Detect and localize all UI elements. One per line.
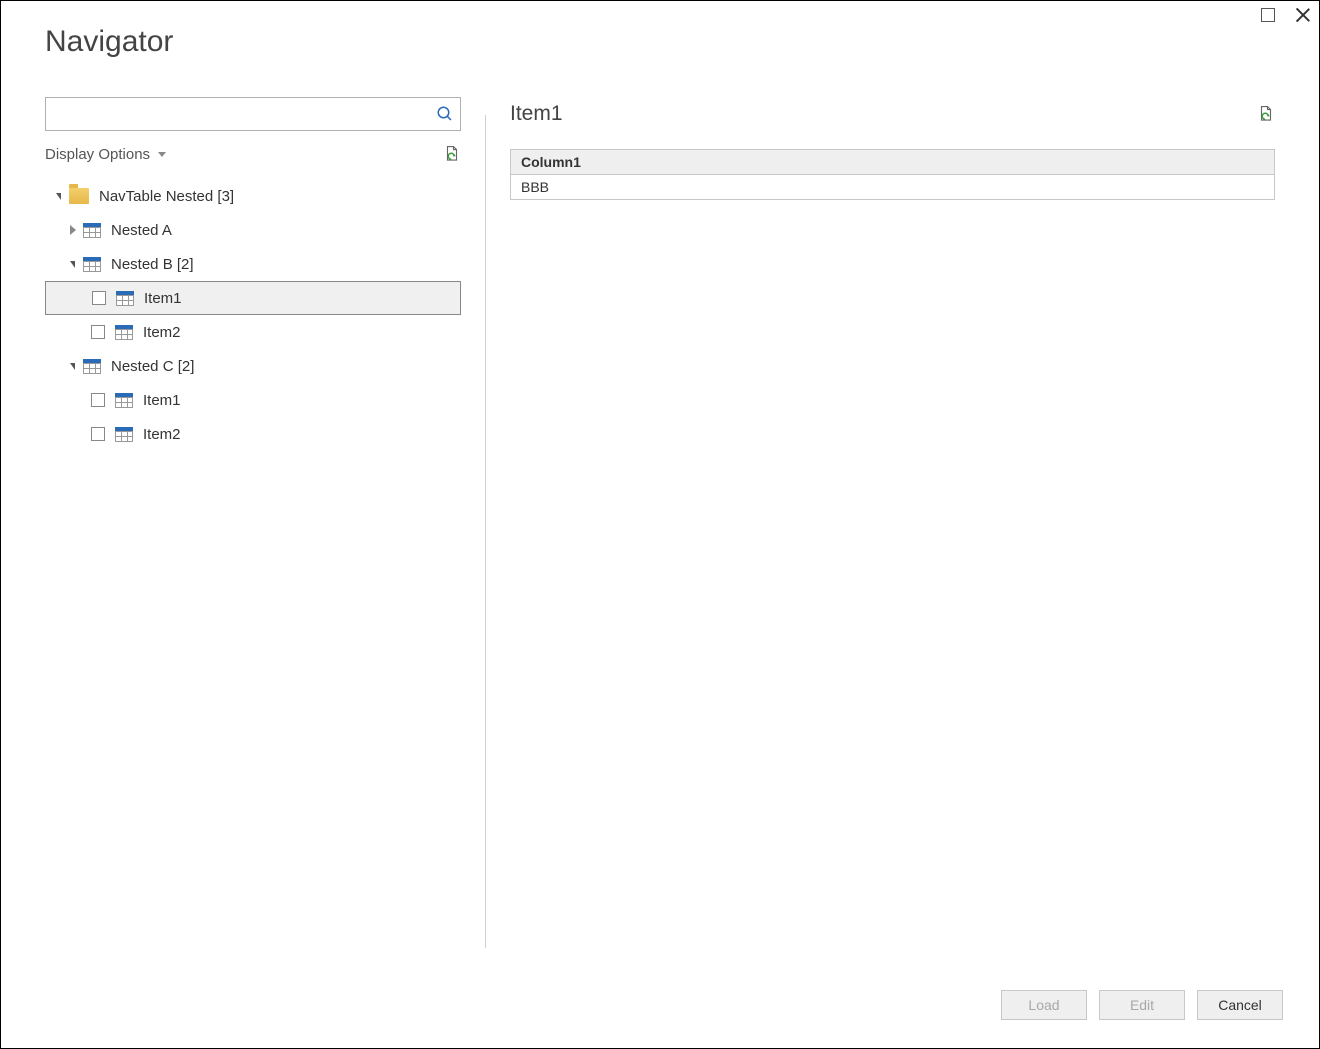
table-icon — [115, 427, 133, 442]
tree-root-label: NavTable Nested [3] — [99, 188, 234, 205]
refresh-icon[interactable] — [443, 145, 461, 163]
tree-root[interactable]: NavTable Nested [3] — [45, 179, 461, 213]
collapse-icon[interactable] — [70, 363, 75, 370]
refresh-preview-icon[interactable] — [1257, 105, 1275, 123]
chevron-down-icon — [158, 152, 166, 157]
dialog-title: Navigator — [45, 25, 173, 59]
right-pane: Item1 Column1 BBB — [486, 97, 1275, 948]
preview-col-header[interactable]: Column1 — [511, 150, 1275, 175]
search-box[interactable] — [45, 97, 461, 131]
display-options-label: Display Options — [45, 146, 150, 163]
dialog-body: Display Options NavTable Nested [3] — [45, 97, 1275, 948]
collapse-icon[interactable] — [70, 261, 75, 268]
table-icon — [116, 291, 134, 306]
preview-header: Item1 — [510, 97, 1275, 131]
checkbox[interactable] — [91, 393, 105, 407]
preview-title: Item1 — [510, 102, 563, 126]
options-row: Display Options — [45, 145, 461, 163]
tree-leaf-item1-c[interactable]: Item1 — [45, 383, 461, 417]
dialog-footer: Load Edit Cancel — [1001, 990, 1283, 1020]
tree-leaf-label: Item1 — [144, 290, 182, 307]
table-icon — [83, 257, 101, 272]
tree-node-nested-c[interactable]: Nested C [2] — [45, 349, 461, 383]
search-input[interactable] — [54, 105, 436, 123]
folder-icon — [69, 188, 89, 204]
table-icon — [83, 223, 101, 238]
nav-tree: NavTable Nested [3] Nested A Nested B [2… — [45, 179, 461, 451]
tree-leaf-label: Item2 — [143, 324, 181, 341]
close-icon[interactable] — [1295, 7, 1311, 23]
tree-leaf-item1-b[interactable]: Item1 — [45, 281, 461, 315]
navigator-dialog: Navigator Display Options — [0, 0, 1320, 1049]
checkbox[interactable] — [91, 325, 105, 339]
tree-leaf-item2-c[interactable]: Item2 — [45, 417, 461, 451]
tree-node-label: Nested B [2] — [111, 256, 194, 273]
left-pane: Display Options NavTable Nested [3] — [45, 97, 485, 948]
tree-leaf-label: Item1 — [143, 392, 181, 409]
load-button[interactable]: Load — [1001, 990, 1087, 1020]
table-icon — [115, 325, 133, 340]
search-icon[interactable] — [436, 105, 454, 123]
expand-icon[interactable] — [70, 225, 76, 235]
edit-button[interactable]: Edit — [1099, 990, 1185, 1020]
checkbox[interactable] — [92, 291, 106, 305]
tree-leaf-label: Item2 — [143, 426, 181, 443]
checkbox[interactable] — [91, 427, 105, 441]
tree-leaf-item2-b[interactable]: Item2 — [45, 315, 461, 349]
display-options-dropdown[interactable]: Display Options — [45, 146, 166, 163]
tree-node-nested-b[interactable]: Nested B [2] — [45, 247, 461, 281]
table-icon — [115, 393, 133, 408]
tree-node-label: Nested C [2] — [111, 358, 194, 375]
collapse-icon[interactable] — [56, 193, 61, 200]
tree-node-nested-a[interactable]: Nested A — [45, 213, 461, 247]
preview-cell: BBB — [511, 175, 1275, 200]
window-controls — [1261, 7, 1311, 23]
cancel-button[interactable]: Cancel — [1197, 990, 1283, 1020]
maximize-icon[interactable] — [1261, 8, 1275, 22]
tree-node-label: Nested A — [111, 222, 172, 239]
table-icon — [83, 359, 101, 374]
preview-table: Column1 BBB — [510, 149, 1275, 200]
table-row[interactable]: BBB — [511, 175, 1275, 200]
